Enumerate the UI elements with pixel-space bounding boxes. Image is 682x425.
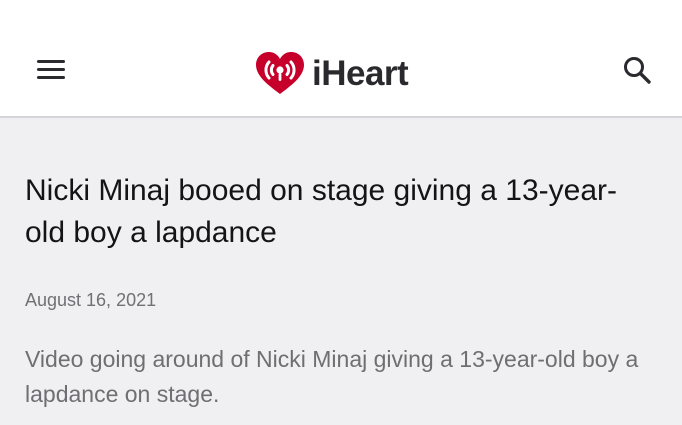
search-button[interactable] xyxy=(622,55,654,87)
hamburger-menu-icon xyxy=(37,60,65,63)
logo-text: iHeart xyxy=(312,53,409,93)
article-description: Video going around of Nicki Minaj giving… xyxy=(25,346,639,407)
article-card: Nicki Minaj booed on stage giving a 13-y… xyxy=(0,118,682,425)
iheart-logo-icon xyxy=(256,52,304,94)
hamburger-menu-icon-bottom xyxy=(37,76,65,79)
article-title[interactable]: Nicki Minaj booed on stage giving a 13-y… xyxy=(25,170,655,254)
menu-button[interactable] xyxy=(37,60,67,82)
hamburger-menu-icon-middle xyxy=(37,68,65,71)
iheart-logo[interactable]: iHeart xyxy=(252,49,409,97)
search-icon xyxy=(624,57,651,84)
article-date: August 16, 2021 xyxy=(25,290,157,310)
top-header: iHeart xyxy=(0,0,682,118)
